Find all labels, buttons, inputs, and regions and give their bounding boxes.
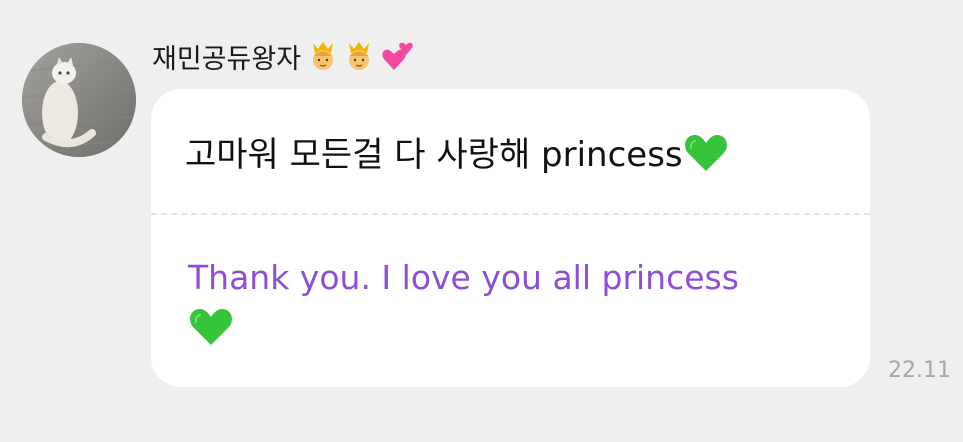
cat-avatar-image (22, 43, 136, 157)
green-heart-icon (188, 305, 234, 347)
sender-name: 재민공듀왕자 (152, 43, 302, 75)
translation-divider (151, 213, 870, 215)
message-bubble[interactable]: 고마워 모든걸 다 사랑해 princess Thank you. I love… (151, 89, 870, 387)
translated-message-text: Thank you. I love you all princess (188, 258, 739, 297)
green-heart-icon (683, 131, 729, 173)
translated-message: Thank you. I love you all princess (188, 255, 828, 347)
two-hearts-emoji-icon (381, 40, 413, 72)
crown-prince-emoji-icon (345, 40, 373, 72)
message-timestamp: 22.11 (888, 358, 951, 383)
sender-avatar[interactable] (22, 43, 136, 157)
original-message: 고마워 모든걸 다 사랑해 princess (185, 127, 729, 176)
crown-prince-emoji-icon (309, 40, 337, 72)
sender-name-row: 재민공듀왕자 (152, 36, 413, 76)
original-message-text: 고마워 모든걸 다 사랑해 princess (185, 135, 683, 175)
